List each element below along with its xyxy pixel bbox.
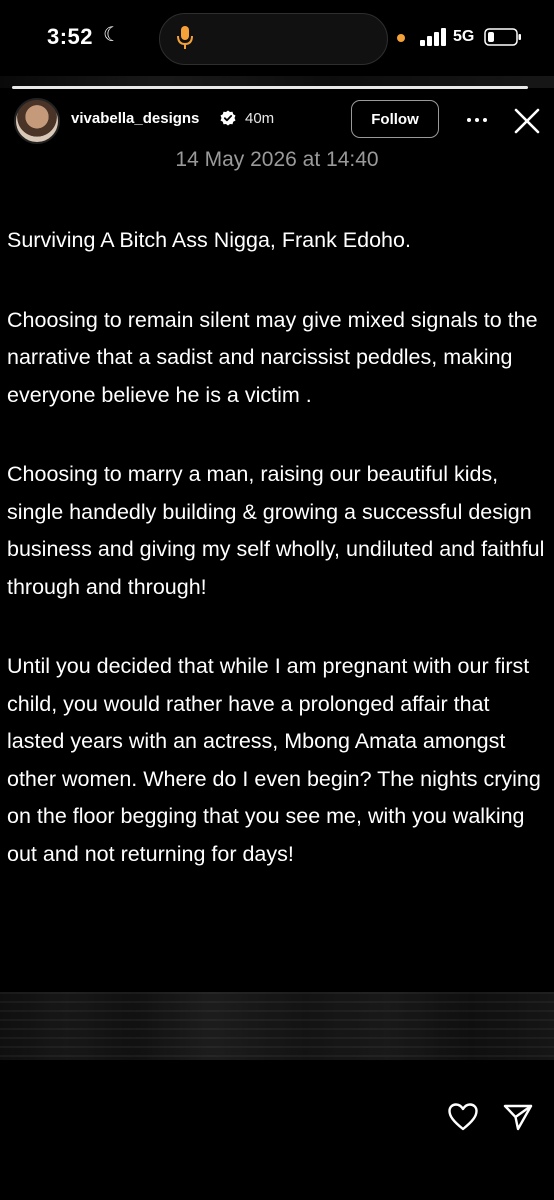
follow-button[interactable]: Follow — [351, 100, 439, 138]
status-bar: 3:52 ☾ 5G — [0, 0, 554, 76]
battery-icon — [484, 28, 521, 46]
recording-dot — [397, 34, 405, 42]
network-type: 5G — [453, 28, 475, 45]
post-time-ago: 40m — [245, 110, 275, 127]
post-date: 14 May 2026 at 14:40 — [175, 148, 379, 171]
username[interactable]: vivabella_designs — [71, 110, 199, 127]
post-paragraph-title: Surviving A Bitch Ass Nigga, Frank Edoho… — [7, 228, 411, 252]
signal-icon — [420, 28, 446, 46]
post-paragraph: Choosing to marry a man, raising our bea… — [7, 462, 545, 599]
heart-icon[interactable] — [447, 1101, 479, 1133]
status-time: 3:52 — [47, 24, 94, 49]
post-body: Surviving A Bitch Ass Nigga, Frank Edoho… — [7, 222, 552, 915]
verified-icon — [220, 110, 236, 126]
story-progress-bar — [12, 86, 528, 89]
post-paragraph: Choosing to remain silent may give mixed… — [7, 307, 538, 407]
moon-icon: ☾ — [103, 24, 121, 46]
avatar[interactable] — [14, 98, 60, 144]
post-paragraph: Until you decided that while I am pregna… — [7, 654, 541, 866]
send-icon[interactable] — [502, 1101, 534, 1133]
mic-icon — [177, 26, 193, 49]
blurred-background-strip — [0, 992, 554, 1060]
more-icon[interactable] — [465, 108, 489, 132]
close-icon[interactable] — [513, 107, 541, 135]
